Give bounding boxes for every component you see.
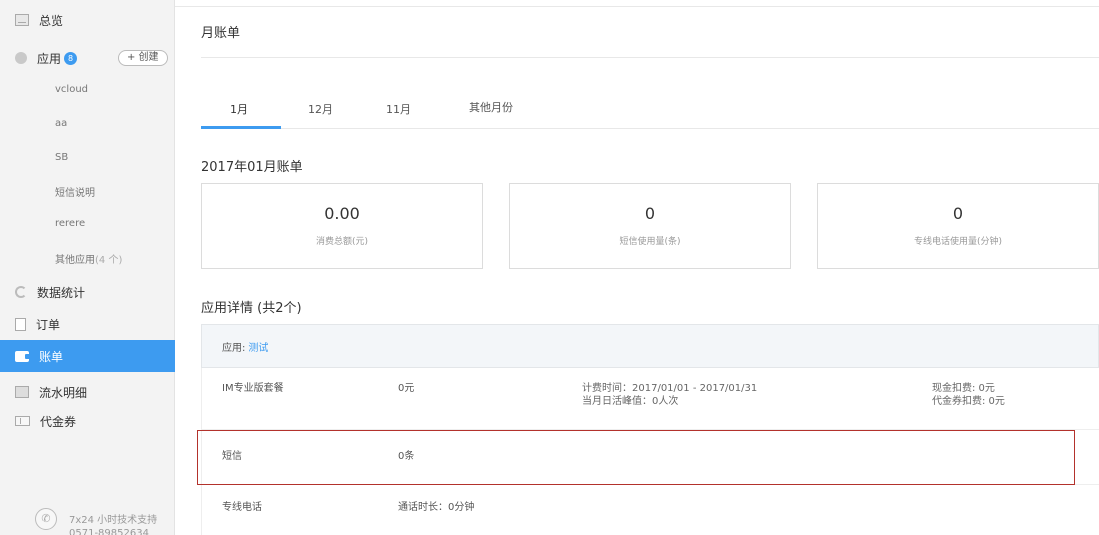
row-name: 专线电话 [222, 502, 262, 513]
cube-icon [15, 52, 27, 64]
support-hours: 7x24 小时技术支持 [69, 515, 158, 526]
sidebar-item-orders[interactable]: 订单 [15, 308, 175, 340]
app-link-aa[interactable]: aa [55, 118, 67, 129]
stat-card-phone-usage: 0 专线电话使用量(分钟) [817, 183, 1099, 269]
sidebar-item-label: 应用 [37, 51, 62, 66]
detail-row-phone: 专线电话 通话时长：0分钟 [201, 485, 1099, 535]
app-detail-title: 应用详情 (共2个) [201, 301, 302, 316]
cash-deduction: 现金扣费: 0元 [932, 383, 995, 394]
tab-jan[interactable]: 1月 [230, 101, 248, 117]
stat-value: 0.00 [324, 204, 360, 223]
daily-active-peak: 当月日活峰值：0人次 [582, 396, 679, 407]
other-apps-label: 其他应用 [55, 255, 95, 266]
tab-dec[interactable]: 12月 [308, 101, 333, 117]
app-detail-header: 应用: 测试 [201, 324, 1099, 368]
app-link-rerere[interactable]: rerere [55, 218, 85, 229]
wallet-icon [15, 350, 30, 362]
sidebar-item-label: 账单 [39, 349, 64, 364]
sidebar-item-transactions[interactable]: 流水明细 [15, 376, 175, 408]
highlight-box [197, 430, 1075, 485]
tech-support: ✆ 7x24 小时技术支持 0571-89852634 [35, 508, 175, 535]
stat-card-total-spend: 0.00 消费总额(元) [201, 183, 483, 269]
stat-value: 0 [952, 204, 964, 223]
sidebar-item-label: 数据统计 [37, 285, 86, 300]
stat-label: 消费总额(元) [315, 237, 369, 247]
stat-label: 短信使用量(条) [619, 237, 681, 247]
sidebar-item-label: 订单 [36, 317, 61, 332]
app-name-link[interactable]: 测试 [248, 339, 268, 354]
app-label: 应用: [222, 342, 246, 354]
stat-card-sms-usage: 0 短信使用量(条) [509, 183, 791, 269]
apps-count-badge: 8 [64, 51, 78, 65]
app-link-sb[interactable]: SB [55, 152, 68, 163]
create-app-button[interactable]: + 创建 [118, 50, 168, 66]
coupon-deduction: 代金券扣费: 0元 [932, 396, 1005, 407]
coupon-icon [15, 416, 30, 426]
row-amount: 通话时长：0分钟 [398, 502, 475, 513]
list-icon [15, 386, 29, 398]
sidebar-item-statistics[interactable]: 数据统计 [15, 276, 175, 308]
sidebar-item-label: 流水明细 [39, 385, 88, 400]
sidebar: 总览 应用 8 + 创建 vcloud aa SB 短信说明 rerere 其他… [0, 0, 175, 535]
tab-other-months[interactable]: 其他月份 [469, 99, 513, 115]
bill-title: 2017年01月账单 [201, 160, 303, 175]
billing-period: 计费时间：2017/01/01 - 2017/01/31 [582, 383, 758, 394]
dashboard-icon [15, 14, 29, 26]
other-apps-link[interactable]: 其他应用(4 个) [55, 251, 122, 266]
app-link-vcloud[interactable]: vcloud [55, 84, 88, 95]
sidebar-item-coupons[interactable]: 代金券 [15, 405, 175, 437]
order-icon [15, 317, 26, 331]
phone-icon: ✆ [35, 508, 57, 530]
sidebar-item-overview[interactable]: 总览 [15, 4, 175, 36]
page-title: 月账单 [201, 26, 241, 41]
divider [201, 57, 1099, 58]
other-apps-count: (4 个) [95, 255, 123, 266]
stat-value: 0 [644, 204, 656, 223]
detail-row-im: IM专业版套餐 0元 计费时间：2017/01/01 - 2017/01/31 … [201, 368, 1099, 430]
row-name: IM专业版套餐 [222, 383, 284, 394]
support-phone: 0571-89852634 [69, 528, 149, 535]
sidebar-item-label: 代金券 [40, 414, 77, 429]
row-amount: 0元 [398, 383, 415, 394]
active-tab-indicator [201, 126, 281, 129]
sidebar-item-label: 总览 [39, 13, 64, 28]
month-tabs: 1月 12月 11月 其他月份 [201, 85, 1099, 129]
stat-label: 专线电话使用量(分钟) [913, 237, 1003, 247]
tab-nov[interactable]: 11月 [386, 101, 411, 117]
chart-icon [15, 286, 27, 298]
app-link-sms-doc[interactable]: 短信说明 [55, 184, 95, 199]
sidebar-item-billing[interactable]: 账单 [0, 340, 175, 372]
